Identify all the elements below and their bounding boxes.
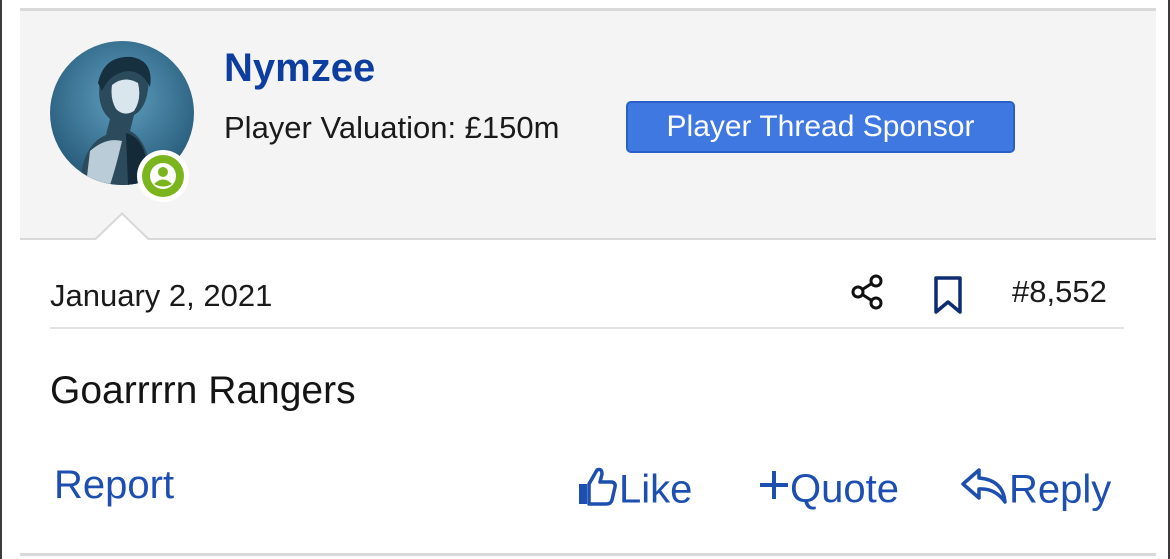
post-number-link[interactable]: #8,552 xyxy=(1012,272,1107,312)
report-link[interactable]: Report xyxy=(54,460,174,510)
bookmark-icon[interactable] xyxy=(931,274,965,316)
quote-button[interactable]: Quote xyxy=(758,464,899,517)
plus-icon xyxy=(758,465,790,517)
header-divider xyxy=(20,238,1156,240)
forum-post: Nymzee Player Valuation: £150m Player Th… xyxy=(0,0,1170,559)
post-message: Goarrrrn Rangers xyxy=(50,369,356,412)
online-status-indicator xyxy=(137,150,189,202)
post-date-link[interactable]: January 2, 2021 xyxy=(50,276,272,316)
user-banner-badge: Player Thread Sponsor xyxy=(626,101,1015,153)
like-label: Like xyxy=(619,467,693,512)
user-online-icon xyxy=(142,155,184,197)
reply-arrow-icon xyxy=(959,464,1009,520)
quote-label: Quote xyxy=(790,467,899,511)
reply-label: Reply xyxy=(1009,467,1112,512)
reply-button[interactable]: Reply xyxy=(959,464,1111,520)
user-title: Player Valuation: £150m xyxy=(224,110,560,145)
bottom-divider xyxy=(20,553,1156,556)
username-link[interactable]: Nymzee xyxy=(224,44,375,92)
like-button[interactable]: Like xyxy=(575,464,692,520)
share-icon[interactable] xyxy=(848,272,888,312)
header-pointer-inner xyxy=(96,215,148,240)
thumbs-up-icon xyxy=(575,464,619,520)
meta-divider xyxy=(50,327,1124,329)
